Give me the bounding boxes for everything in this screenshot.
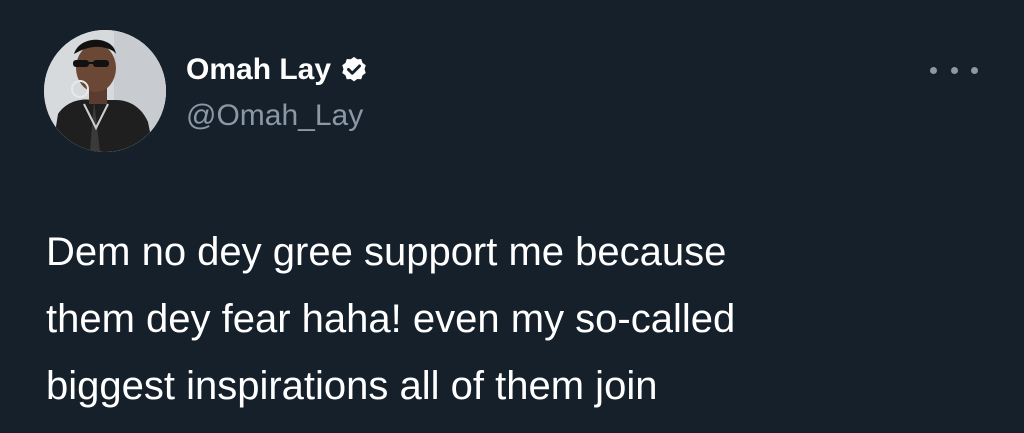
author-handle[interactable]: @Omah_Lay	[186, 98, 363, 134]
author-display-name[interactable]: Omah Lay	[186, 52, 331, 88]
tweet-text-line: them dey fear haha! even my so-called	[46, 297, 736, 341]
author-name-row[interactable]: Omah Lay	[186, 52, 369, 88]
tweet-card: Omah Lay @Omah_Lay Dem no dey gree suppo…	[0, 0, 1024, 433]
dot	[930, 66, 937, 74]
verified-badge-icon	[339, 55, 369, 85]
dot	[950, 66, 958, 74]
tweet-text-line: biggest inspirations all of them join	[46, 364, 658, 408]
dot	[971, 66, 978, 74]
more-options-icon[interactable]	[930, 58, 978, 82]
avatar[interactable]	[44, 30, 166, 152]
tweet-text-line: Dem no dey gree support me because	[46, 230, 727, 274]
tweet-text: Dem no dey gree support me because them …	[46, 219, 1006, 420]
profile-photo-icon	[44, 30, 166, 152]
